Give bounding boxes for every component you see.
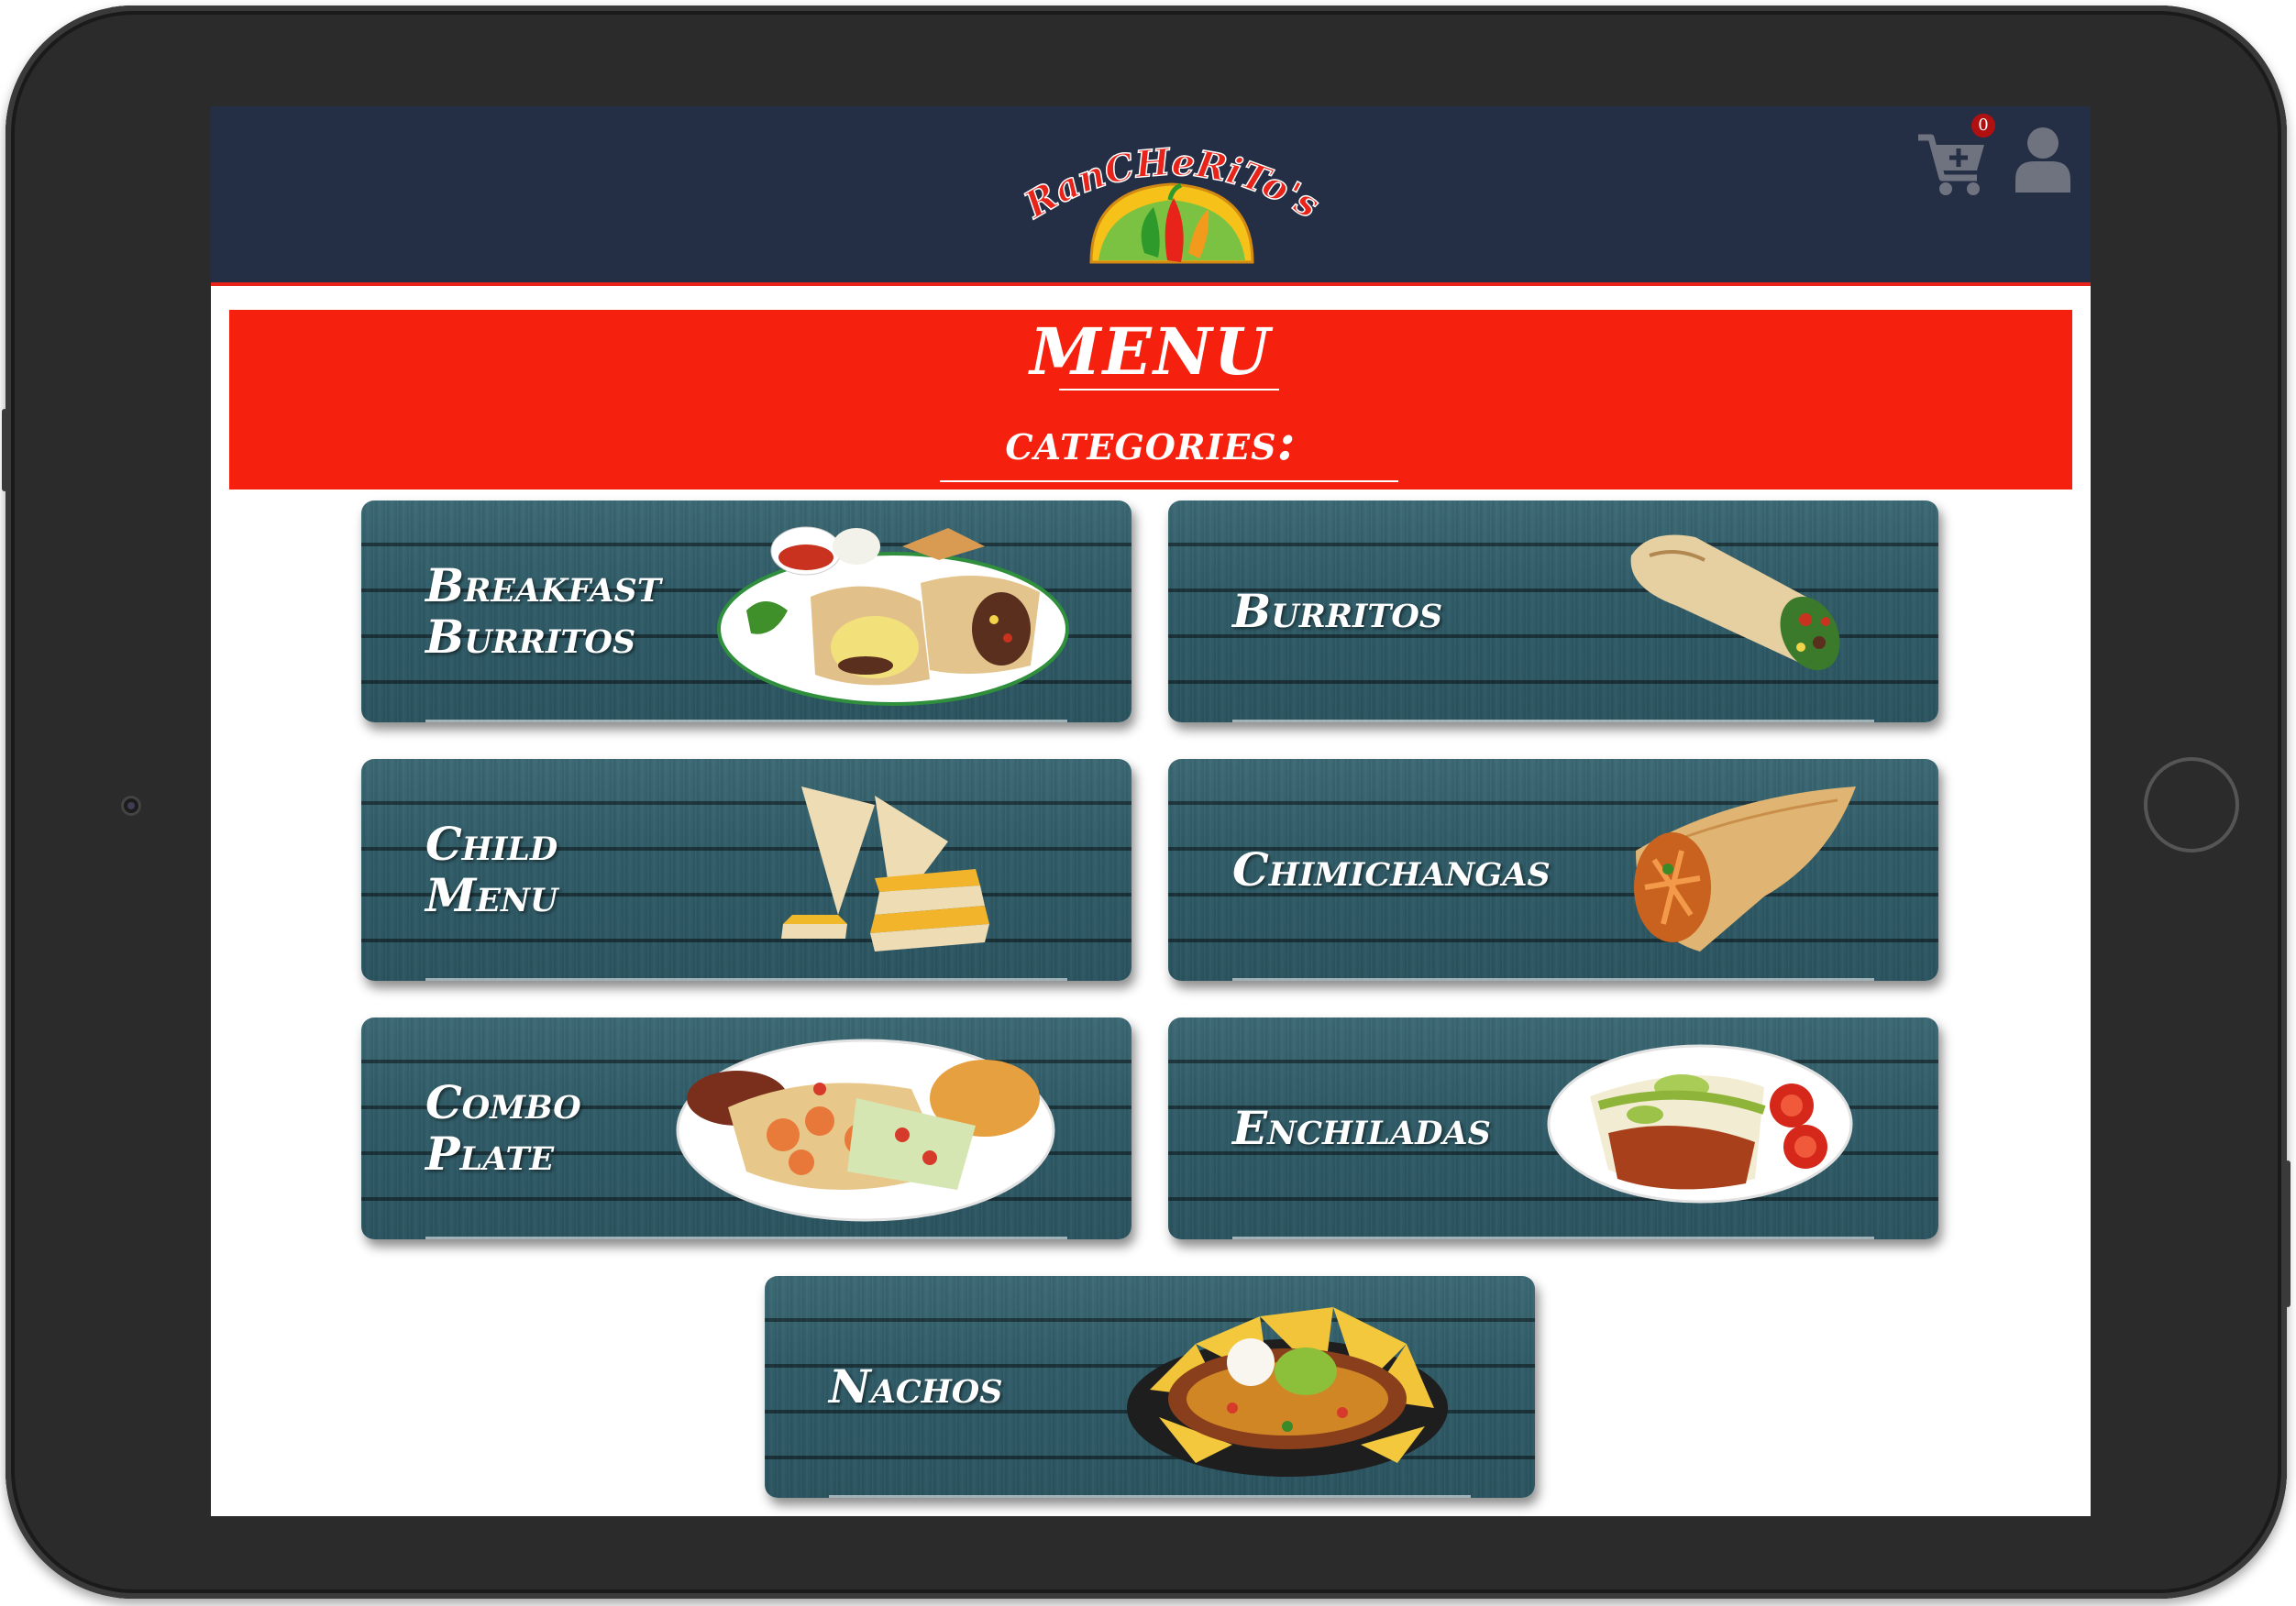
menu-banner: MENU categories: bbox=[229, 310, 2072, 490]
cart-count-badge: 0 bbox=[1971, 114, 1995, 138]
rancheritos-logo[interactable]: RanCHeRiTo's bbox=[1007, 134, 1337, 271]
tablet-side-button bbox=[2285, 1160, 2290, 1307]
category-card-child-menu[interactable]: Child Menu bbox=[361, 759, 1131, 981]
menu-title: MENU bbox=[1030, 314, 1272, 390]
category-card-chimichangas[interactable]: Chimichangas bbox=[1168, 759, 1938, 981]
category-label: Breakfast Burritos bbox=[425, 558, 661, 664]
enchiladas-image bbox=[1547, 1044, 1853, 1204]
category-card-combo-plate[interactable]: Combo Plate bbox=[361, 1018, 1131, 1239]
quesadilla-image bbox=[781, 786, 989, 952]
breakfast-burrito-plate-image bbox=[717, 526, 1069, 706]
menu-title-underline bbox=[1059, 389, 1279, 390]
combo-plate-image bbox=[676, 1039, 1055, 1222]
burrito-image bbox=[1630, 534, 1840, 671]
category-card-enchiladas[interactable]: Enchiladas bbox=[1168, 1018, 1938, 1239]
app-header: RanCHeRiTo's 0 bbox=[211, 106, 2091, 286]
nachos-image bbox=[1127, 1307, 1448, 1477]
category-label: Nachos bbox=[829, 1359, 1003, 1414]
category-label: Enchiladas bbox=[1232, 1101, 1491, 1155]
category-card-breakfast-burritos[interactable]: Breakfast Burritos bbox=[361, 500, 1131, 722]
categories-heading-underline bbox=[940, 480, 1398, 482]
category-card-burritos[interactable]: Burritos bbox=[1168, 500, 1938, 722]
category-label: Burritos bbox=[1232, 584, 1443, 638]
tablet-frame: RanCHeRiTo's 0 MENU categories: Breakfas… bbox=[2, 6, 2290, 1599]
category-label: Chimichangas bbox=[1232, 842, 1551, 896]
category-card-nachos[interactable]: Nachos bbox=[765, 1276, 1535, 1498]
user-icon[interactable] bbox=[2014, 125, 2072, 192]
category-label: Child Menu bbox=[425, 817, 558, 922]
chimichanga-image bbox=[1634, 786, 1856, 952]
home-button[interactable] bbox=[2144, 757, 2239, 852]
app-screen: RanCHeRiTo's 0 MENU categories: Breakfas… bbox=[211, 106, 2091, 1516]
categories-heading: categories: bbox=[1005, 412, 1297, 471]
front-camera bbox=[121, 796, 141, 816]
tablet-side-button bbox=[2, 409, 7, 491]
category-label: Combo Plate bbox=[425, 1075, 581, 1181]
